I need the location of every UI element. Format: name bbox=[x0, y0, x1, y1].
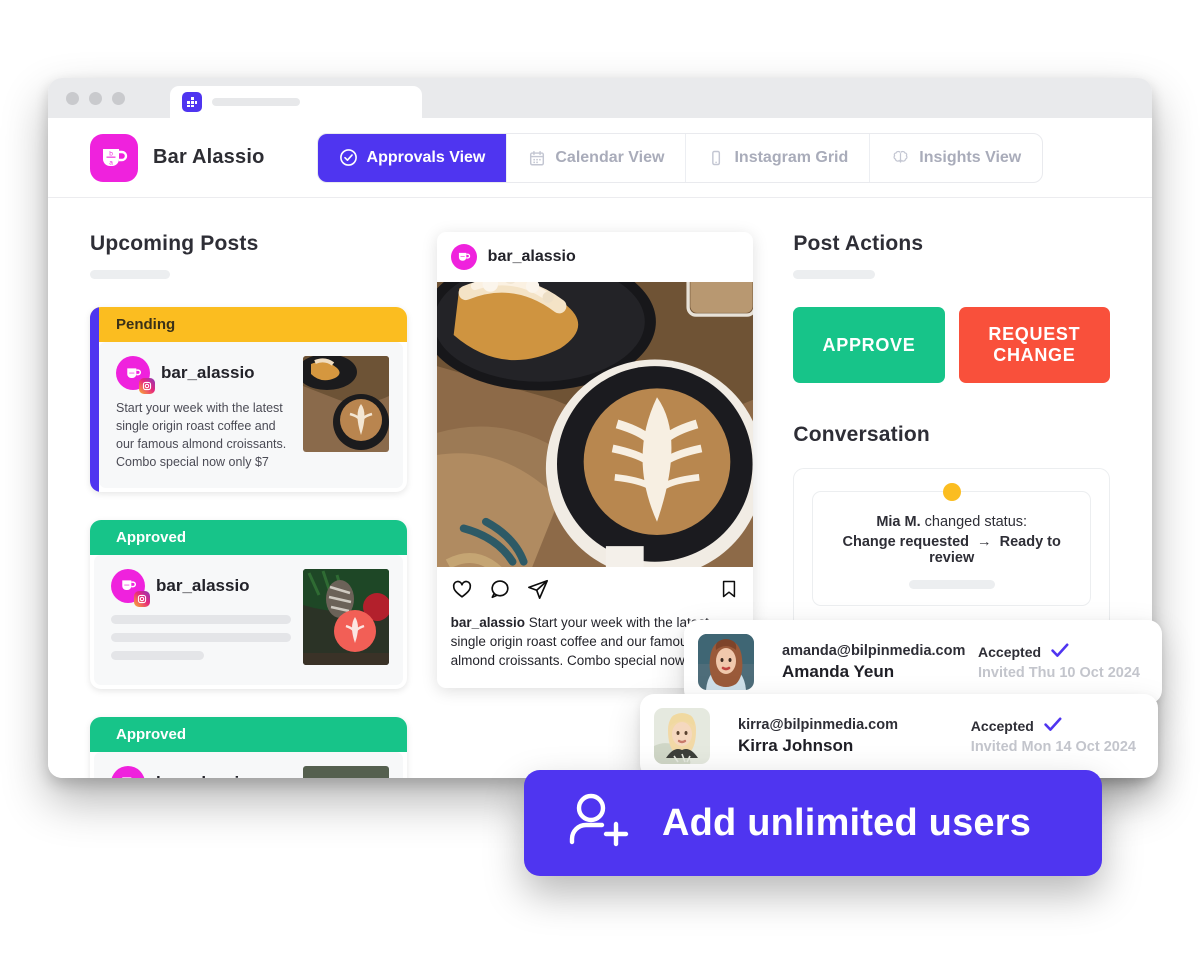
avatar bbox=[111, 765, 145, 778]
svg-text:b: b bbox=[109, 150, 113, 157]
svg-text:a: a bbox=[109, 159, 113, 166]
post-thumbnail bbox=[302, 568, 389, 665]
upcoming-posts-subtitle-skeleton bbox=[90, 270, 170, 279]
conversation-title: Conversation bbox=[793, 423, 930, 446]
mobile-phone-icon bbox=[707, 149, 725, 167]
post-card-approved-2[interactable]: Approved bbox=[90, 716, 407, 779]
avatar bbox=[116, 356, 155, 394]
post-author: bar_alassio bbox=[111, 765, 291, 779]
tab-instagram-grid-label: Instagram Grid bbox=[734, 148, 849, 166]
user-invited-date: Invited Mon 14 Oct 2024 bbox=[970, 739, 1136, 755]
minimize-window-dot[interactable] bbox=[89, 92, 102, 105]
browser-chrome-bar bbox=[48, 78, 1152, 118]
user-invite-card-amanda[interactable]: amanda@bilpinmedia.com Amanda Yeun Accep… bbox=[684, 620, 1162, 704]
user-name: Amanda Yeun bbox=[782, 661, 895, 681]
tab-instagram-grid[interactable]: Instagram Grid bbox=[686, 133, 871, 182]
arrow-icon: → bbox=[977, 534, 992, 550]
brand-name: Bar Alassio bbox=[153, 146, 265, 168]
post-handle: bar_alassio bbox=[156, 773, 250, 779]
add-unlimited-users-cta[interactable]: Add unlimited users bbox=[524, 770, 1102, 876]
maximize-window-dot[interactable] bbox=[112, 92, 125, 105]
view-tabs: Approvals View Calendar View Instagram G… bbox=[316, 132, 1044, 183]
instagram-post-photo bbox=[436, 282, 754, 567]
conversation-verb: changed status: bbox=[924, 514, 1028, 530]
post-card-pending[interactable]: Pending bar_alassio Start your week with… bbox=[90, 307, 407, 492]
post-action-buttons: APPROVE REQUEST CHANGE bbox=[793, 307, 1111, 383]
app-grid-icon bbox=[182, 92, 202, 112]
brain-icon bbox=[891, 148, 910, 167]
share-icon[interactable] bbox=[527, 578, 549, 605]
window-controls[interactable] bbox=[66, 92, 125, 105]
user-invite-status: Accepted bbox=[970, 718, 1034, 734]
screenshot-stage: b a Bar Alassio Approvals View Calendar … bbox=[0, 0, 1200, 960]
app-header: b a Bar Alassio Approvals View Calendar … bbox=[48, 118, 1152, 198]
comment-icon[interactable] bbox=[489, 578, 511, 605]
check-icon bbox=[1051, 643, 1069, 661]
instagram-icon bbox=[134, 590, 150, 607]
request-change-button[interactable]: REQUEST CHANGE bbox=[958, 307, 1111, 383]
avatar bbox=[111, 568, 150, 607]
conversation-timestamp-skeleton bbox=[908, 580, 995, 589]
post-caption: Start your week with the latest single o… bbox=[116, 401, 287, 470]
user-invite-card-kirra[interactable]: kirra@bilpinmedia.com Kirra Johnson Acce… bbox=[640, 694, 1158, 778]
add-unlimited-users-label: Add unlimited users bbox=[662, 801, 1032, 844]
coffee-cup-logo-icon: b a bbox=[90, 133, 138, 182]
instagram-icon bbox=[139, 378, 155, 394]
approve-button[interactable]: APPROVE bbox=[793, 307, 945, 383]
conversation-actor: Mia M. bbox=[876, 514, 921, 530]
like-icon[interactable] bbox=[451, 578, 473, 605]
conversation-entry[interactable]: Mia M. changed status: Change requested … bbox=[812, 483, 1092, 606]
upcoming-posts-panel: Upcoming Posts Pending bar_alassio Start… bbox=[90, 232, 407, 778]
user-invite-status: Accepted bbox=[978, 644, 1042, 660]
instagram-post-header: bar_alassio bbox=[437, 232, 754, 282]
post-status-badge: Approved bbox=[90, 716, 407, 752]
calendar-icon bbox=[528, 149, 546, 167]
tab-calendar-view[interactable]: Calendar View bbox=[507, 133, 687, 182]
browser-tab-title bbox=[212, 98, 300, 106]
close-window-dot[interactable] bbox=[66, 92, 79, 105]
avatar bbox=[450, 244, 477, 270]
tab-approvals-view[interactable]: Approvals View bbox=[317, 133, 508, 182]
bookmark-icon[interactable] bbox=[719, 579, 739, 604]
selected-post-accent-bar bbox=[90, 307, 99, 492]
instagram-post-actions bbox=[437, 567, 754, 613]
add-user-icon bbox=[566, 790, 632, 857]
instagram-caption-author: bar_alassio bbox=[450, 615, 525, 630]
post-card-approved-1[interactable]: Approved bar_alassio bbox=[90, 519, 407, 689]
user-email: kirra@bilpinmedia.com bbox=[738, 716, 898, 733]
post-caption-skeleton bbox=[111, 614, 291, 660]
instagram-post-handle: bar_alassio bbox=[487, 248, 576, 265]
post-handle: bar_alassio bbox=[161, 363, 255, 382]
user-email: amanda@bilpinmedia.com bbox=[782, 642, 966, 659]
conversation-from-status: Change requested bbox=[842, 534, 969, 550]
post-handle: bar_alassio bbox=[156, 575, 250, 595]
tab-insights-view-label: Insights View bbox=[919, 148, 1022, 166]
tab-insights-view[interactable]: Insights View bbox=[870, 134, 1042, 182]
status-dot-icon bbox=[942, 483, 961, 501]
avatar bbox=[698, 634, 754, 690]
user-invited-date: Invited Thu 10 Oct 2024 bbox=[978, 665, 1140, 681]
post-author: bar_alassio bbox=[111, 568, 291, 607]
tab-approvals-view-label: Approvals View bbox=[366, 148, 486, 166]
post-author: bar_alassio bbox=[116, 356, 291, 394]
post-status-badge: Approved bbox=[90, 519, 407, 555]
post-thumbnail bbox=[302, 765, 389, 778]
tab-calendar-view-label: Calendar View bbox=[555, 148, 665, 166]
conversation-box: Mia M. changed status: Change requested … bbox=[793, 468, 1111, 637]
post-thumbnail bbox=[302, 356, 389, 452]
post-actions-subtitle-skeleton bbox=[793, 270, 876, 279]
upcoming-posts-title: Upcoming Posts bbox=[90, 232, 259, 255]
check-circle-icon bbox=[339, 148, 358, 167]
avatar bbox=[654, 708, 710, 764]
post-status-badge: Pending bbox=[90, 307, 407, 342]
user-name: Kirra Johnson bbox=[738, 735, 854, 755]
check-icon bbox=[1044, 717, 1062, 735]
browser-tab[interactable] bbox=[170, 86, 422, 118]
post-actions-title: Post Actions bbox=[793, 232, 924, 255]
brand[interactable]: b a Bar Alassio bbox=[90, 133, 265, 182]
